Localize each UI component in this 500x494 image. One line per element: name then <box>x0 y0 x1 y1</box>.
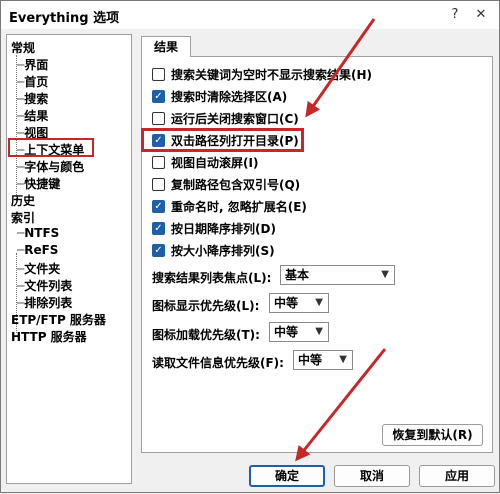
tree-item-search[interactable]: ─搜索 <box>17 90 48 107</box>
tree-group-http-server[interactable]: HTTP 服务器 <box>11 328 87 345</box>
tree-item-label: 搜索 <box>24 92 49 106</box>
option-label: 重命名时, 忽略扩展名(E) <box>171 200 307 214</box>
option-label: 复制路径包含双引号(Q) <box>171 178 301 192</box>
tree-item-results[interactable]: ─结果 <box>17 107 48 124</box>
options-window: Everything 选项 ? ✕ 常规 ─界面 ─首页 ─搜索 ─结果 ─视图… <box>0 0 500 493</box>
tree-item-home[interactable]: ─首页 <box>17 73 48 90</box>
checkbox[interactable] <box>152 68 165 81</box>
select-value: 中等 <box>274 325 299 339</box>
option-label: 按日期降序排列(D) <box>171 222 276 236</box>
option-label: 搜索时清除选择区(A) <box>171 90 288 104</box>
cancel-button[interactable]: 取消 <box>334 465 410 487</box>
tree-group-etp-ftp-server[interactable]: ETP/FTP 服务器 <box>11 311 106 328</box>
option-label: 视图自动滚屏(I) <box>171 156 259 170</box>
checkbox[interactable] <box>152 112 165 125</box>
tree-item-label: ReFS <box>24 243 59 257</box>
option-label: 按大小降序排列(S) <box>171 244 275 258</box>
tree-item-label: 快捷键 <box>24 177 61 191</box>
chevron-down-icon: ▼ <box>339 354 347 365</box>
apply-button[interactable]: 应用 <box>419 465 495 487</box>
option-label: 搜索关键词为空时不显示搜索结果(H) <box>171 68 373 82</box>
chevron-down-icon: ▼ <box>315 326 323 337</box>
ok-button[interactable]: 确定 <box>249 465 325 487</box>
tree-item-refs[interactable]: ─ReFS <box>17 243 58 257</box>
tree-item-folders[interactable]: ─文件夹 <box>17 260 60 277</box>
checkbox-checked[interactable]: ✓ <box>152 90 165 103</box>
tree-item-label: 文件夹 <box>24 262 61 276</box>
checkbox-checked[interactable]: ✓ <box>152 200 165 213</box>
tab-results[interactable]: 结果 <box>141 36 191 57</box>
tree-item-interface[interactable]: ─界面 <box>17 56 48 73</box>
tree-item-ntfs[interactable]: ─NTFS <box>17 226 59 240</box>
file-info-priority-select[interactable]: 中等 ▼ <box>293 350 353 370</box>
results-focus-select[interactable]: 基本 ▼ <box>280 265 395 285</box>
annotation-highlight-results <box>8 138 94 157</box>
tree-item-label: 界面 <box>24 58 49 72</box>
icon-load-priority-select[interactable]: 中等 ▼ <box>269 322 329 342</box>
tree-item-label: 结果 <box>24 109 49 123</box>
title-bar: Everything 选项 ? ✕ <box>1 1 499 29</box>
tree-item-shortcuts[interactable]: ─快捷键 <box>17 175 60 192</box>
select-value: 中等 <box>274 296 299 310</box>
results-panel: 搜索关键词为空时不显示搜索结果(H) ✓ 搜索时清除选择区(A) 运行后关闭搜索… <box>141 56 493 453</box>
tree-item-label: 首页 <box>24 75 49 89</box>
checkbox-checked[interactable]: ✓ <box>152 222 165 235</box>
settings-tree: 常规 ─界面 ─首页 ─搜索 ─结果 ─视图 ─上下文菜单 ─字体与颜色 ─快捷… <box>6 34 132 484</box>
select-value: 基本 <box>285 268 310 282</box>
tree-item-exclude-list[interactable]: ─排除列表 <box>17 294 72 311</box>
tree-group-history[interactable]: 历史 <box>11 192 35 209</box>
annotation-highlight-option <box>141 128 304 152</box>
tree-group-general[interactable]: 常规 <box>11 39 35 56</box>
help-icon[interactable]: ? <box>443 5 467 25</box>
field-label: 读取文件信息优先级(F): <box>152 356 284 370</box>
close-icon[interactable]: ✕ <box>469 5 493 25</box>
tree-group-index[interactable]: 索引 <box>11 209 35 226</box>
field-label: 图标显示优先级(L): <box>152 299 260 313</box>
field-label: 图标加载优先级(T): <box>152 328 260 342</box>
chevron-down-icon: ▼ <box>315 297 323 308</box>
select-value: 中等 <box>298 353 323 367</box>
window-title: Everything 选项 <box>9 11 120 26</box>
tree-item-label: 文件列表 <box>24 279 73 293</box>
tree-item-file-lists[interactable]: ─文件列表 <box>17 277 72 294</box>
chevron-down-icon: ▼ <box>381 269 389 280</box>
tree-item-fonts-colors[interactable]: ─字体与颜色 <box>17 158 84 175</box>
option-label: 运行后关闭搜索窗口(C) <box>171 112 299 126</box>
field-label: 搜索结果列表焦点(L): <box>152 271 272 285</box>
checkbox[interactable] <box>152 178 165 191</box>
tree-item-label: 字体与颜色 <box>24 160 85 174</box>
tree-item-label: NTFS <box>24 226 60 240</box>
icon-display-priority-select[interactable]: 中等 ▼ <box>269 293 329 313</box>
restore-defaults-button[interactable]: 恢复到默认(R) <box>382 424 483 446</box>
checkbox[interactable] <box>152 156 165 169</box>
checkbox-checked[interactable]: ✓ <box>152 244 165 257</box>
tree-item-label: 排除列表 <box>24 296 73 310</box>
